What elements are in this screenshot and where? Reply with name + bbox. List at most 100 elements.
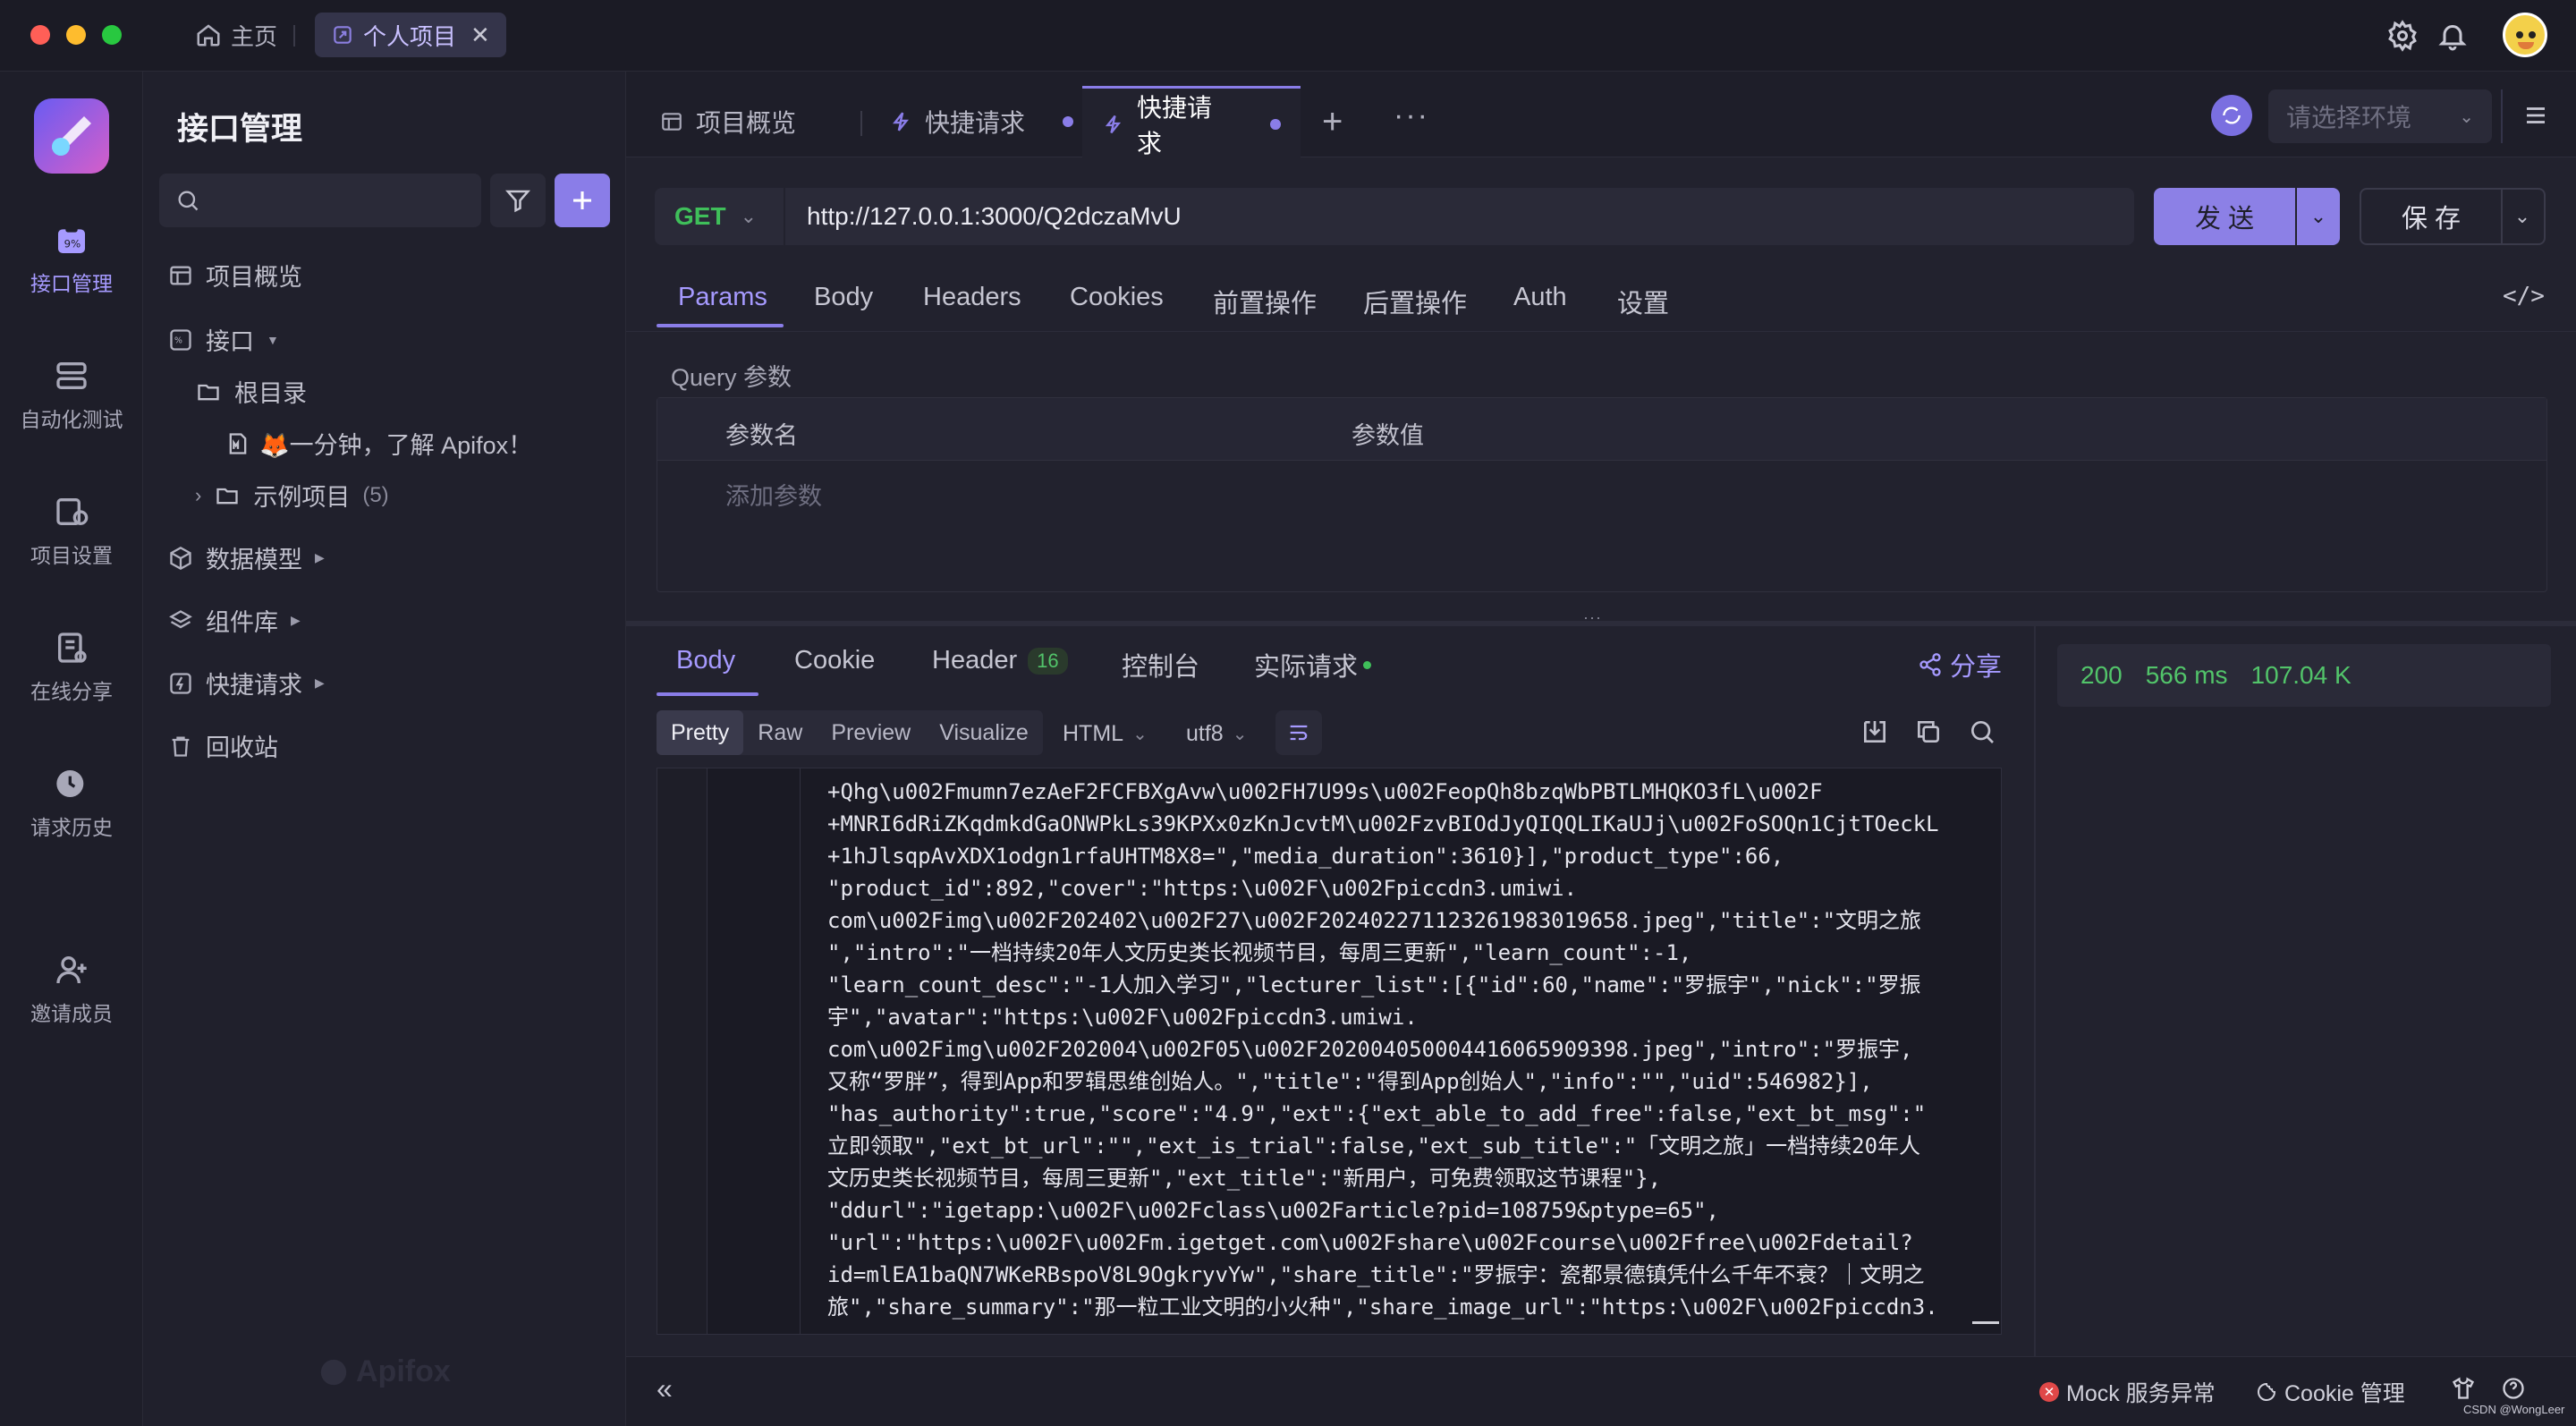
sidebar-item-recycle[interactable]: 回收站: [168, 728, 278, 763]
tab-cookies[interactable]: Cookies: [1070, 283, 1164, 312]
wrap-lines-button[interactable]: [1275, 710, 1322, 755]
tab-quick-request-1[interactable]: 快捷请求: [869, 86, 1093, 157]
close-window-button[interactable]: [30, 25, 50, 45]
app-logo: [34, 98, 109, 174]
sidebar-item-data-models[interactable]: 数据模型 ▶: [168, 540, 325, 575]
env-sync-button[interactable]: [2211, 95, 2252, 136]
tab-label: Headers: [923, 283, 1021, 311]
send-button[interactable]: 发 送: [2154, 188, 2295, 245]
tab-auth[interactable]: Auth: [1513, 283, 1567, 312]
lightning-icon: [893, 112, 909, 132]
bell-icon[interactable]: [2436, 20, 2469, 52]
mock-status-button[interactable]: ✕ Mock 服务异常: [2039, 1376, 2216, 1408]
project-tab[interactable]: 个人项目 ✕: [315, 13, 506, 57]
save-options-button[interactable]: ⌄: [2501, 188, 2546, 245]
download-icon[interactable]: [1860, 717, 1889, 746]
sidebar-item-api[interactable]: % 接口 ▼: [168, 322, 279, 357]
rail-item-request-history[interactable]: 请求历史: [0, 766, 143, 841]
url-input[interactable]: http://127.0.0.1:3000/Q2dczaMvU: [785, 202, 2134, 231]
code-line: com\u002Fimg\u002F202402\u002F27\u002F20…: [827, 908, 1922, 933]
format-raw[interactable]: Raw: [743, 720, 817, 746]
sidebar-item-overview[interactable]: 项目概览: [168, 258, 302, 293]
shirt-icon[interactable]: [2451, 1376, 2476, 1401]
language-select[interactable]: HTML ⌄: [1063, 721, 1148, 747]
maximize-window-button[interactable]: [102, 25, 122, 45]
overview-icon: [662, 113, 682, 131]
gear-icon[interactable]: [2386, 20, 2419, 52]
menu-icon[interactable]: [2522, 102, 2549, 129]
add-button[interactable]: [555, 174, 610, 227]
response-body-viewer[interactable]: +Qhg\u002Fmumn7ezAeF2FCFBXgAvw\u002FH7U9…: [657, 768, 2002, 1335]
rail-item-invite-member[interactable]: 邀请成员: [0, 952, 143, 1027]
tab-label: 设置: [1617, 290, 1670, 318]
tab-quick-request-2[interactable]: 快捷请求: [1082, 86, 1301, 159]
sidebar-item-quick-requests[interactable]: 快捷请求 ▶: [168, 666, 325, 700]
resp-tab-actual-request[interactable]: 实际请求: [1254, 646, 1372, 683]
encoding-select[interactable]: utf8 ⌄: [1186, 721, 1247, 747]
tab-body[interactable]: Body: [814, 283, 873, 312]
rail-item-online-share[interactable]: 在线分享: [0, 630, 143, 705]
rail-label: 请求历史: [30, 816, 113, 839]
tab-settings[interactable]: 设置: [1617, 283, 1669, 320]
chevron-down-icon: ⌄: [2459, 106, 2474, 127]
code-content: +Qhg\u002Fmumn7ezAeF2FCFBXgAvw\u002FH7U9…: [827, 776, 1939, 1323]
app-rail: 9% 接口管理 自动化测试 项目设置 在线分享 请求历史 邀请成员: [0, 72, 143, 1426]
avatar[interactable]: [2503, 13, 2547, 57]
splitter-handle-icon[interactable]: ···: [1583, 608, 1602, 627]
tab-label: 后置操作: [1363, 290, 1468, 318]
rail-item-project-settings[interactable]: 项目设置: [0, 494, 143, 569]
sync-icon: [2223, 106, 2241, 124]
format-preview[interactable]: Preview: [817, 720, 925, 746]
sidebar-item-components[interactable]: 组件库 ▶: [168, 603, 301, 638]
help-icon[interactable]: [2501, 1376, 2526, 1401]
query-params-label: Query 参数: [671, 364, 792, 391]
rail-label: 项目设置: [30, 544, 113, 567]
caret-down-icon: ▼: [267, 332, 279, 347]
save-button[interactable]: 保 存: [2360, 188, 2503, 245]
vertical-scrollbar[interactable]: [1972, 768, 1999, 1334]
rail-item-api-management[interactable]: 9% 接口管理: [0, 222, 143, 297]
format-pretty[interactable]: Pretty: [657, 710, 744, 755]
code-view-icon[interactable]: </>: [2503, 283, 2545, 310]
minimize-window-button[interactable]: [66, 25, 86, 45]
rail-item-automation-test[interactable]: 自动化测试: [0, 358, 143, 433]
copy-icon[interactable]: [1914, 717, 1943, 746]
env-select[interactable]: 请选择环境 ⌄: [2268, 89, 2492, 143]
lightning-icon: [1105, 115, 1122, 133]
caret-right-icon: ▶: [315, 675, 325, 690]
sidebar-item-examples[interactable]: › 示例项目 (5): [195, 478, 389, 513]
tab-headers[interactable]: Headers: [923, 283, 1021, 312]
cookie-manager-button[interactable]: Cookie 管理: [2256, 1376, 2405, 1408]
home-tab[interactable]: 主页: [179, 13, 293, 57]
format-visualize[interactable]: Visualize: [925, 720, 1043, 746]
filter-button[interactable]: [490, 174, 546, 227]
resp-tab-header[interactable]: Header 16: [932, 646, 1068, 675]
tab-params[interactable]: Params: [678, 283, 767, 312]
resp-tab-console[interactable]: 控制台: [1122, 646, 1199, 683]
sidebar-item-root[interactable]: 根目录: [195, 374, 307, 409]
main-area: 项目概览 快捷请求 快捷请求 + ··· 请选择环境 ⌄ GET ⌄ http:…: [626, 72, 2576, 1426]
method-select[interactable]: GET ⌄: [655, 188, 784, 245]
collapse-panel-button[interactable]: «: [657, 1372, 673, 1405]
send-options-button[interactable]: ⌄: [2297, 188, 2340, 245]
save-label: 保 存: [2401, 205, 2462, 233]
new-tab-button[interactable]: +: [1322, 104, 1343, 140]
search-icon[interactable]: [1968, 717, 1996, 746]
more-tabs-button[interactable]: ···: [1394, 98, 1429, 133]
rail-label: 自动化测试: [20, 408, 123, 431]
cube-icon: [170, 546, 191, 570]
search-input[interactable]: [159, 174, 481, 227]
resp-tab-cookie[interactable]: Cookie: [794, 646, 875, 675]
tab-overview[interactable]: 项目概览: [640, 86, 816, 157]
online-share-icon: [58, 632, 87, 663]
tab-post-operations[interactable]: 后置操作: [1363, 283, 1467, 320]
add-param-input[interactable]: 添加参数: [725, 477, 822, 512]
share-button[interactable]: 分享: [1918, 646, 2002, 683]
code-line: "has_authority":true,"score":"4.9","ext"…: [827, 1101, 1927, 1126]
share-label: 分享: [1950, 653, 2003, 682]
sidebar-item-doc[interactable]: 🦊一分钟，了解 Apifox！: [225, 426, 532, 461]
resp-tab-body[interactable]: Body: [676, 646, 735, 675]
close-tab-icon[interactable]: ✕: [470, 21, 490, 49]
tab-pre-operations[interactable]: 前置操作: [1213, 283, 1317, 320]
tab-label: 快捷请求: [925, 109, 1026, 137]
